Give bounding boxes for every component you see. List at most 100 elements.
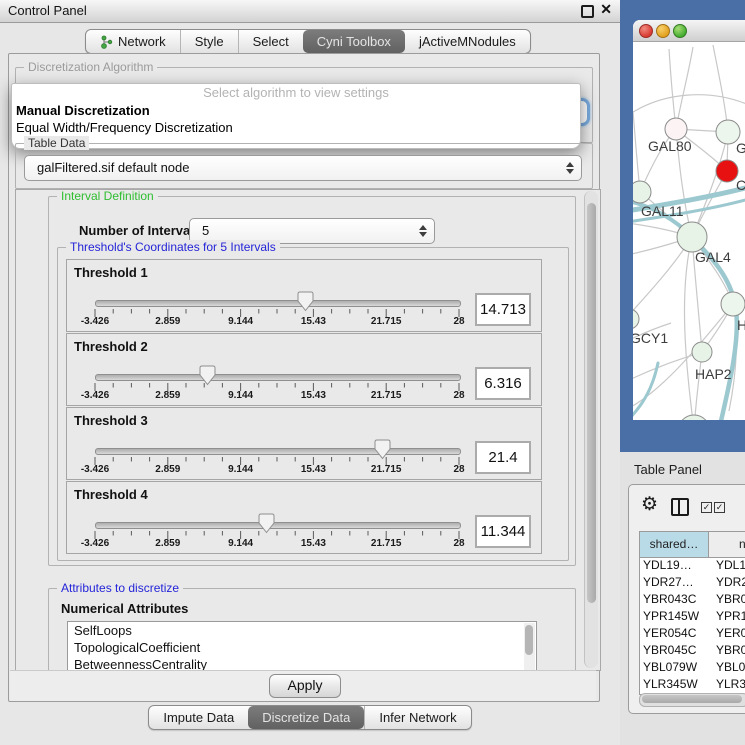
slider-thumb[interactable]: [297, 291, 314, 312]
network-node[interactable]: [692, 342, 712, 362]
network-node[interactable]: [677, 222, 707, 252]
network-node[interactable]: [716, 160, 738, 182]
network-node-label: HAP2: [695, 366, 732, 382]
threshold-value-field[interactable]: 14.713: [475, 293, 531, 326]
table-data-group-title: Table Data: [24, 136, 89, 150]
number-of-intervals-value: 5: [202, 219, 209, 242]
table-hscrollbar[interactable]: [639, 693, 745, 707]
tab-network[interactable]: Network: [86, 30, 180, 53]
table-cell-name[interactable]: YER0: [712, 626, 745, 643]
attributes-list-scrollbar[interactable]: [524, 623, 535, 671]
numerical-attributes-list[interactable]: SelfLoopsTopologicalCoefficientBetweenne…: [67, 621, 537, 671]
table-row[interactable]: YDL19…YDL1: [640, 558, 745, 575]
table-hscrollbar-thumb[interactable]: [642, 695, 742, 703]
network-window: GAGAL80CGAL11GAL4GCY1HHAP2: [633, 20, 745, 420]
apply-strip: Apply: [10, 670, 596, 701]
table-cell-name[interactable]: YDR2: [712, 575, 745, 592]
slider-tick-label: 9.144: [228, 316, 253, 327]
network-canvas[interactable]: GAGAL80CGAL11GAL4GCY1HHAP2: [633, 41, 745, 420]
table-data-combobox[interactable]: galFiltered.sif default node: [24, 155, 582, 181]
tab-jactivemnodules[interactable]: jActiveMNodules: [405, 30, 530, 53]
tab-infer-network[interactable]: Infer Network: [364, 706, 470, 729]
threshold-value-field[interactable]: 6.316: [475, 367, 531, 400]
slider-tick-label: 15.43: [301, 316, 326, 327]
threshold-slider-track[interactable]: [95, 522, 461, 529]
attribute-list-item[interactable]: SelfLoops: [68, 622, 536, 639]
close-icon[interactable]: ✕: [600, 1, 612, 18]
slider-tick-label: 15.43: [301, 538, 326, 549]
table-panel-box: ⚙ ✓ ✓ shared… name YDL19…YDL1YDR27…YDR2Y…: [628, 484, 745, 714]
column-header-name[interactable]: name: [709, 532, 745, 557]
column-header-shared[interactable]: shared…: [640, 532, 709, 557]
table-row[interactable]: YDR27…YDR2: [640, 575, 745, 592]
table-cell-shared-name[interactable]: YLR345W: [640, 677, 712, 694]
algorithm-item-equal-width[interactable]: Equal Width/Frequency Discretization: [12, 119, 580, 136]
table-cell-shared-name[interactable]: YPR145W: [640, 609, 712, 626]
checkbox-icon[interactable]: ✓: [701, 502, 712, 513]
table-row[interactable]: YER054CYER0: [640, 626, 745, 643]
slider-tick-label: 9.144: [228, 464, 253, 475]
table-row[interactable]: YBR045CYBR0: [640, 643, 745, 660]
threshold-slider-track[interactable]: [95, 374, 461, 381]
table-cell-name[interactable]: YDL1: [712, 558, 745, 575]
table-cell-name[interactable]: YBR0: [712, 592, 745, 609]
apply-button[interactable]: Apply: [269, 674, 341, 698]
threshold-slider-track[interactable]: [95, 300, 461, 307]
table-row[interactable]: YBR043CYBR0: [640, 592, 745, 609]
tab-select[interactable]: Select: [238, 30, 303, 53]
minimize-traffic-light[interactable]: [656, 24, 670, 38]
slider-tick-label: 28: [453, 464, 464, 475]
settings-scrollbar-thumb[interactable]: [587, 203, 596, 603]
settings-scrollbar[interactable]: [584, 191, 598, 668]
slider-tick-label: 2.859: [155, 464, 180, 475]
table-cell-shared-name[interactable]: YDL19…: [640, 558, 712, 575]
close-traffic-light[interactable]: [639, 24, 653, 38]
cyni-toolbox-panel: Discretization Algorithm Select algorith…: [8, 53, 600, 702]
table-cell-name[interactable]: YLR3: [712, 677, 745, 694]
tab-cyni-toolbox[interactable]: Cyni Toolbox: [303, 30, 405, 53]
tab-discretize-data[interactable]: Discretize Data: [248, 706, 364, 729]
algorithm-placeholder-item[interactable]: Select algorithm to view settings: [12, 84, 580, 102]
threshold-label: Threshold 3: [74, 413, 148, 428]
table-cell-shared-name[interactable]: YER054C: [640, 626, 712, 643]
attribute-list-item[interactable]: TopologicalCoefficient: [68, 639, 536, 656]
table-cell-name[interactable]: YBL0: [712, 660, 745, 677]
zoom-traffic-light[interactable]: [673, 24, 687, 38]
table-cell-shared-name[interactable]: YBR043C: [640, 592, 712, 609]
table-cell-name[interactable]: YPR1: [712, 609, 745, 626]
network-node[interactable]: [633, 309, 639, 329]
control-panel-window: Control Panel ✕ Network Style Select: [0, 0, 620, 745]
network-node[interactable]: [665, 118, 687, 140]
table-cell-name[interactable]: YBR0: [712, 643, 745, 660]
slider-thumb[interactable]: [258, 513, 275, 534]
slider-ticks: [94, 457, 462, 466]
network-node[interactable]: [721, 292, 745, 316]
network-node-label: H: [737, 317, 745, 333]
gear-icon[interactable]: ⚙: [641, 493, 658, 516]
algorithm-dropdown-popup: Select algorithm to view settings Manual…: [11, 83, 581, 149]
discretization-algorithm-group-title: Discretization Algorithm: [24, 60, 157, 74]
threshold-value-field[interactable]: 11.344: [475, 515, 531, 548]
checkbox-icon[interactable]: ✓: [714, 502, 725, 513]
combo-arrows-icon: [419, 225, 427, 237]
slider-tick-label: 9.144: [228, 390, 253, 401]
slider-thumb[interactable]: [374, 439, 391, 460]
table-row[interactable]: YPR145WYPR1: [640, 609, 745, 626]
float-window-icon[interactable]: [581, 5, 594, 18]
tab-impute-data[interactable]: Impute Data: [149, 706, 248, 729]
threshold-value-field[interactable]: 21.4: [475, 441, 531, 474]
table-cell-shared-name[interactable]: YBR045C: [640, 643, 712, 660]
threshold-slider-track[interactable]: [95, 448, 461, 455]
table-cell-shared-name[interactable]: YDR27…: [640, 575, 712, 592]
network-node[interactable]: [633, 181, 651, 203]
table-row[interactable]: YBL079WYBL0: [640, 660, 745, 677]
algorithm-item-manual[interactable]: Manual Discretization: [12, 102, 580, 119]
network-node[interactable]: [678, 415, 710, 420]
tab-style[interactable]: Style: [180, 30, 238, 53]
split-columns-icon[interactable]: [671, 498, 689, 516]
window-title: Control Panel: [8, 3, 87, 18]
slider-thumb[interactable]: [199, 365, 216, 386]
table-row[interactable]: YLR345WYLR3: [640, 677, 745, 694]
table-cell-shared-name[interactable]: YBL079W: [640, 660, 712, 677]
attribute-list-item[interactable]: BetweennessCentrality: [68, 656, 536, 671]
